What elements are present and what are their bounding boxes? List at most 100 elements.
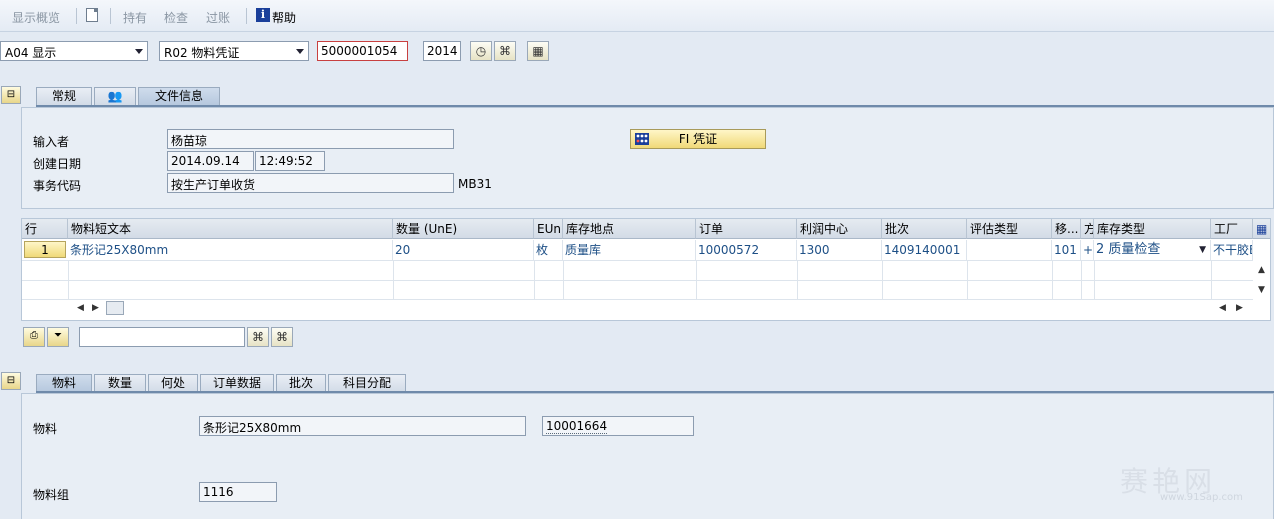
col-divider [1052,260,1053,300]
col-header-quantity[interactable]: 数量 (UnE) [393,219,534,239]
layout-button[interactable]: ▦ [527,41,549,61]
cell-order[interactable]: 10000572 [696,240,797,260]
cell-movement[interactable]: 101 [1052,240,1081,260]
col-header-profit-center[interactable]: 利润中心 [797,219,882,239]
col-header-plant[interactable]: 工厂 [1211,219,1253,239]
find-next-button[interactable]: ⌘ [271,327,293,347]
find-button[interactable]: ⌘ [247,327,269,347]
fi-document-label: FI 凭证 [678,132,718,146]
collapse-header-button[interactable]: ⊟ [1,86,21,104]
tab-batch-label: 批次 [288,376,313,390]
cell-material-text[interactable]: 条形记25X80mm [68,240,393,260]
cell-quantity[interactable]: 20 [393,240,534,260]
tab-order-data[interactable]: 订单数据 [200,374,274,392]
col-header-valuation[interactable]: 评估类型 [967,219,1052,239]
entered-by-field: 杨苗琼 [167,129,454,149]
document-type-select[interactable]: R02 物料凭证 [159,41,309,61]
help-button[interactable]: 帮助 [272,9,296,26]
tab-material-label: 物料 [51,376,76,390]
horizontal-scrollbar-thumb[interactable] [106,301,124,315]
tab-quantity-label: 数量 [107,376,132,390]
post-button[interactable]: 过账 [206,9,230,26]
tab-order-data-label: 订单数据 [212,376,261,390]
col-header-stock-type[interactable]: 库存类型 [1094,219,1211,239]
scroll-left-icon[interactable]: ◀ [77,303,84,313]
grid-icon: ▦ [532,44,544,58]
col-divider [967,260,968,300]
fi-document-button[interactable]: FI 凭证 [630,129,766,149]
cell-direction[interactable]: + [1081,240,1094,260]
cell-stock-type[interactable]: 2 质量检查 ▼ [1094,240,1211,260]
row-divider [22,280,1253,281]
col-header-material-text[interactable]: 物料短文本 [68,219,393,239]
col-divider [563,260,564,300]
cell-batch[interactable]: 1409140001 [882,240,967,260]
toolbar-separator [110,8,111,24]
column-config-button[interactable]: ▦ [1253,219,1270,239]
document-type-value: R02 物料凭证 [164,46,240,60]
scroll-right-icon[interactable]: ▶ [92,303,99,313]
check-button[interactable]: 检查 [164,9,188,26]
table-settings-icon: ▦ [1256,222,1268,236]
filter-button[interactable]: ⏷ [47,327,69,347]
row-divider [22,299,1253,300]
cell-storage[interactable]: 质量库 [563,240,696,260]
year-input[interactable]: 2014 [423,41,461,61]
hold-button[interactable]: 持有 [123,9,147,26]
tab-general-label: 常规 [51,89,76,103]
document-number-input[interactable]: 5000001054 [317,41,408,61]
toolbar-separator [246,8,247,24]
col-divider [393,260,394,300]
tab-partner[interactable]: 👥 [94,87,136,105]
collapse-detail-button[interactable]: ⊟ [1,372,21,390]
help-info-icon[interactable]: i [256,8,270,22]
tab-general[interactable]: 常规 [36,87,92,105]
cell-stock-type-value: 2 质量检查 [1096,242,1161,257]
overview-button[interactable]: 显示概览 [12,9,60,26]
cell-valuation[interactable] [967,240,1052,260]
filter-icon: ⏷ [54,330,62,341]
collapse-icon: ⊟ [6,375,16,386]
scroll-up-icon[interactable]: ▲ [1258,265,1265,275]
cell-plant[interactable]: 不干胶E [1211,240,1253,260]
execute-button[interactable]: ◷ [470,41,492,61]
created-time-field: 12:49:52 [255,151,325,171]
col-divider [882,260,883,300]
col-header-unit[interactable]: EUn [534,219,563,239]
col-header-batch[interactable]: 批次 [882,219,967,239]
tab-batch[interactable]: 批次 [276,374,326,392]
chevron-down-icon: ▼ [1199,245,1206,255]
material-text-value: 条形记25X80mm [203,421,302,435]
col-header-direction[interactable]: 方 [1081,219,1094,239]
scroll-down-icon[interactable]: ▼ [1258,285,1265,295]
col-header-order[interactable]: 订单 [696,219,797,239]
scroll-right-icon[interactable]: ▶ [1236,303,1243,313]
binoculars-plus-icon: ⌘ [276,330,288,344]
tab-account-assignment[interactable]: 科目分配 [328,374,406,392]
new-document-icon[interactable] [86,8,98,22]
row-selector[interactable]: 1 [24,241,66,258]
application-toolbar: 显示概览 持有 检查 过账 i 帮助 [0,0,1274,32]
select-all-button[interactable]: ⎙ [23,327,45,347]
cell-profit-center[interactable]: 1300 [797,240,882,260]
printer-icon: ⎙ [30,330,38,341]
col-header-line[interactable]: 行 [22,219,68,239]
cell-unit[interactable]: 枚 [534,240,563,260]
tab-doc-info[interactable]: 文件信息 [138,87,220,105]
material-text-field: 条形记25X80mm [199,416,526,436]
scroll-left-icon[interactable]: ◀ [1219,303,1226,313]
col-header-storage[interactable]: 库存地点 [563,219,696,239]
col-header-movement[interactable]: 移... [1052,219,1081,239]
toolbar-separator [76,8,77,24]
col-divider [68,260,69,300]
tab-where[interactable]: 何处 [148,374,198,392]
table-search-input[interactable] [79,327,245,347]
tab-material[interactable]: 物料 [36,374,92,392]
watermark-url: www.91Sap.com [1160,492,1243,503]
row-divider [22,260,1253,261]
material-number-field[interactable]: 10001664 [542,416,694,436]
material-label: 物料 [33,422,58,436]
tab-quantity[interactable]: 数量 [94,374,146,392]
action-select[interactable]: A04 显示 [0,41,148,61]
find-button[interactable]: ⌘ [494,41,516,61]
